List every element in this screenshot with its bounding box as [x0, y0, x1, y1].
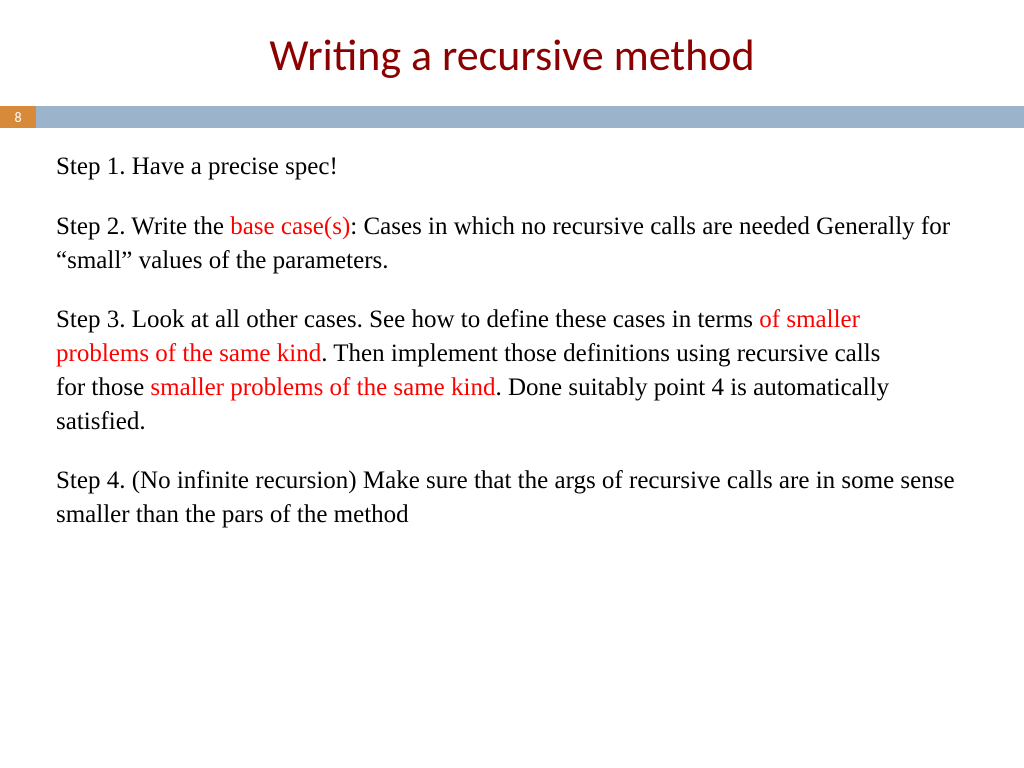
header-divider: 8 [0, 106, 1024, 128]
step-4: Step 4. (No infinite recursion) Make sur… [56, 464, 968, 532]
step-3-p1: Step 3. Look at all other cases. See how… [56, 306, 759, 333]
step-2-pre: Step 2. Write the [56, 213, 230, 240]
slide-title: Writing a recursive method [0, 0, 1024, 106]
step-3-emphasis-2: smaller problems of the same kind [150, 374, 495, 401]
step-2-emphasis: base case(s) [230, 213, 350, 240]
page-number: 8 [0, 106, 36, 128]
step-2: Step 2. Write the base case(s): Cases in… [56, 210, 968, 278]
slide-content: Step 1. Have a precise spec! Step 2. Wri… [0, 128, 1024, 532]
divider-fill [36, 106, 1024, 128]
step-3: Step 3. Look at all other cases. See how… [56, 303, 968, 438]
step-1: Step 1. Have a precise spec! [56, 150, 968, 184]
